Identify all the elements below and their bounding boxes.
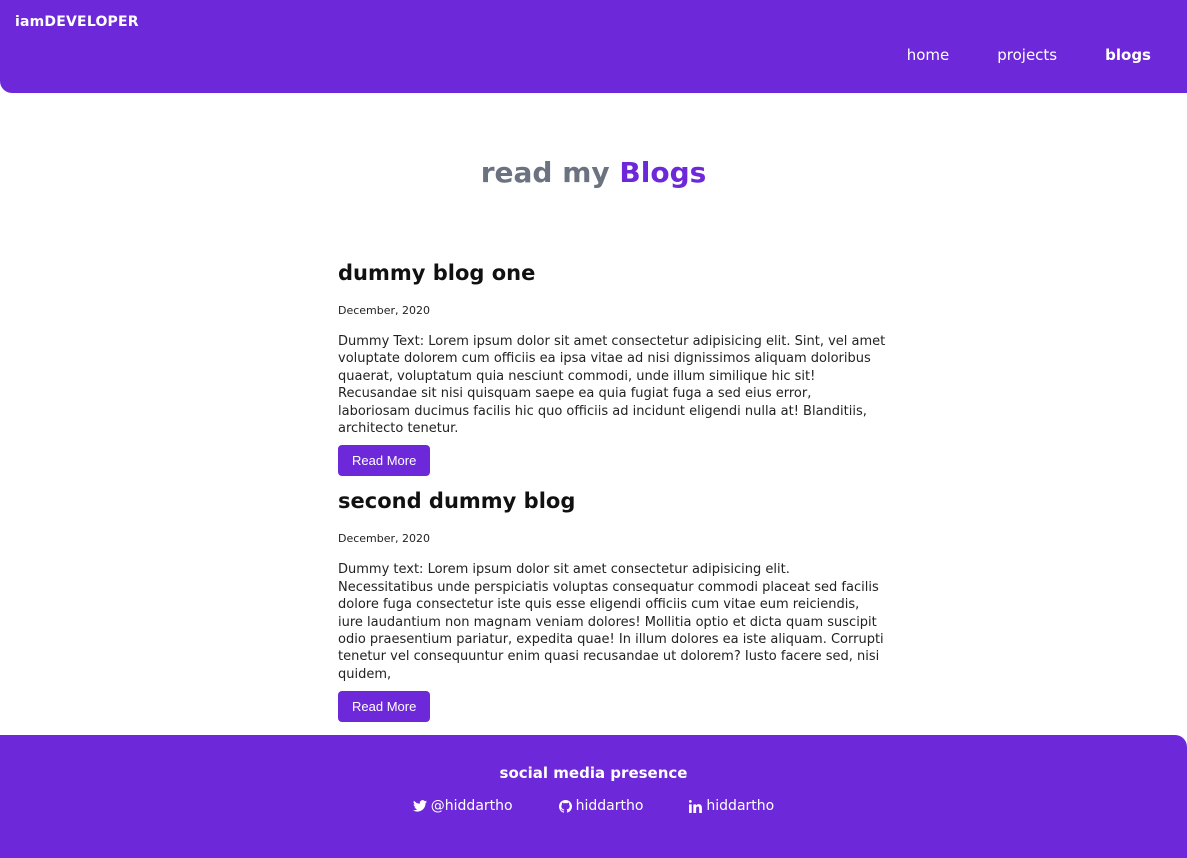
- nav-blogs[interactable]: blogs: [1105, 46, 1151, 64]
- social-label: @hiddartho: [430, 798, 513, 814]
- page-title-accent: Blogs: [619, 156, 707, 189]
- linkedin-icon: [689, 799, 703, 813]
- brand-logo[interactable]: iamDEVELOPER: [15, 14, 139, 30]
- main-nav: home projects blogs: [907, 46, 1151, 64]
- blog-post-date: December, 2020: [338, 532, 431, 546]
- social-label: hiddartho: [575, 798, 644, 814]
- nav-projects[interactable]: projects: [997, 46, 1057, 64]
- blog-list: dummy blog one December, 2020 Dummy Text…: [338, 258, 886, 723]
- social-link-github[interactable]: hiddartho: [558, 798, 644, 814]
- footer-title: social media presence: [499, 764, 688, 782]
- blog-post-title: dummy blog one: [338, 261, 536, 285]
- blog-post-title: second dummy blog: [338, 489, 576, 514]
- page: iamDEVELOPER home projects blogs read my…: [0, 0, 1187, 858]
- blog-post-excerpt: Dummy Text: Lorem ipsum dolor sit amet c…: [338, 334, 886, 437]
- blog-post-excerpt: Dummy text: Lorem ipsum dolor sit amet c…: [338, 562, 884, 682]
- footer: social media presence @hiddartho hiddart…: [0, 735, 1187, 858]
- social-link-linkedin[interactable]: hiddartho: [689, 798, 774, 814]
- twitter-icon: [412, 800, 427, 812]
- blog-post: dummy blog one December, 2020 Dummy Text…: [338, 258, 886, 477]
- blog-post-date: December, 2020: [338, 304, 431, 317]
- read-more-button[interactable]: Read More: [338, 445, 431, 477]
- page-title: read my Blogs: [0, 156, 1187, 189]
- page-title-prefix: read my: [480, 156, 610, 189]
- nav-home[interactable]: home: [907, 46, 950, 64]
- github-icon: [558, 799, 572, 813]
- social-link-twitter[interactable]: @hiddartho: [412, 798, 513, 814]
- top-navbar: iamDEVELOPER home projects blogs: [0, 0, 1187, 93]
- read-more-button[interactable]: Read More: [338, 691, 431, 723]
- blog-post: second dummy blog December, 2020 Dummy t…: [338, 486, 886, 723]
- social-label: hiddartho: [706, 798, 775, 814]
- social-links: @hiddartho hiddartho hiddartho: [0, 798, 1187, 814]
